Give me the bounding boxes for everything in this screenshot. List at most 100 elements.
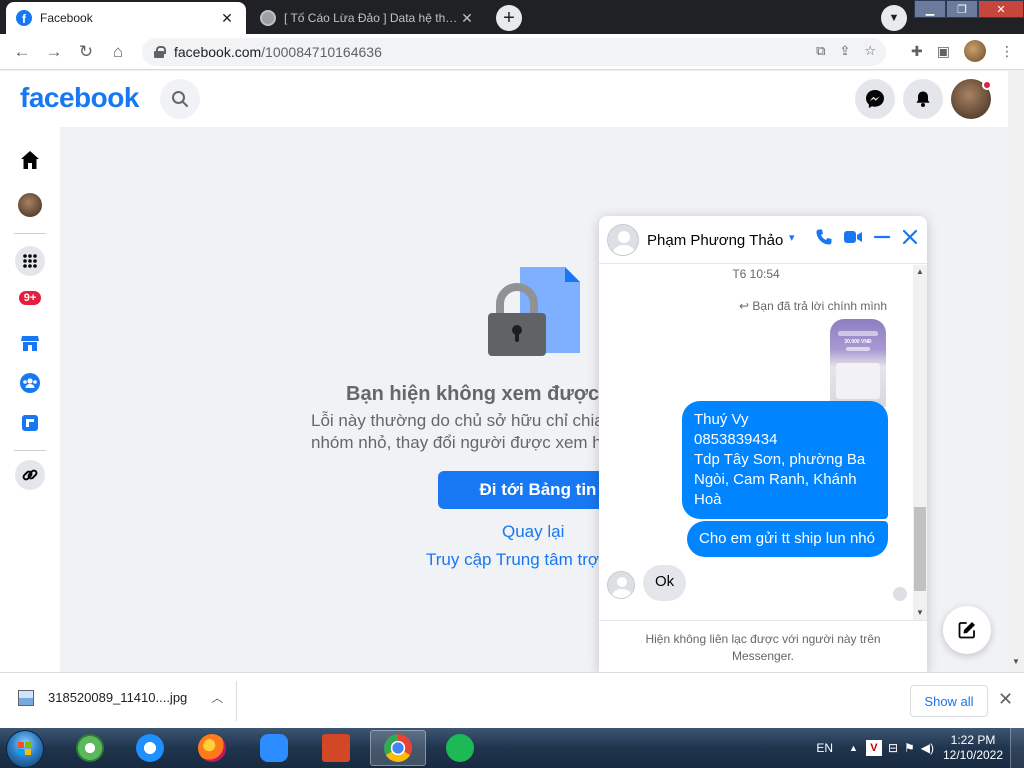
chrome-menu-icon[interactable]: ⋮ (1000, 43, 1014, 60)
taskbar-app-powerpoint[interactable] (308, 730, 364, 766)
chat-scrollbar[interactable]: ▲ ▼ (913, 265, 927, 620)
notifications-button[interactable] (903, 79, 943, 119)
tab-close-icon[interactable]: ✕ (218, 10, 236, 27)
phone-icon[interactable] (815, 228, 833, 246)
chrome-icon (384, 734, 412, 762)
spotify-icon (446, 734, 474, 762)
bell-icon (916, 91, 930, 107)
divider (14, 233, 46, 234)
scrollbar-thumb[interactable] (914, 507, 926, 591)
tray-expand-icon[interactable]: ▲ (849, 743, 858, 753)
new-message-button[interactable] (943, 606, 991, 654)
messenger-chat-window: Phạm Phương Thảo ▾ T6 10:54 ↩ Bạn đã trả… (599, 216, 927, 672)
go-back-link[interactable]: Quay lại (502, 522, 564, 542)
action-center-flag-icon[interactable]: ⚑ (904, 741, 915, 755)
taskbar-app-spotify[interactable] (432, 730, 488, 766)
windows-taskbar: EN ▲ V ⊟ ⚑ ◀) 1:22 PM 12/10/2022 (0, 728, 1024, 768)
rail-marketplace[interactable] (15, 328, 45, 358)
compose-icon (958, 622, 975, 639)
rail-profile[interactable] (15, 190, 45, 220)
address-bar[interactable]: facebook.com/100084710164636 ⧉ ⇪ ☆ (142, 38, 886, 66)
rail-links[interactable] (15, 460, 45, 490)
download-item[interactable]: 318520089_11410....jpg ︿ (18, 689, 223, 706)
forward-arrow-icon[interactable]: → (38, 36, 70, 68)
close-chat-icon[interactable] (901, 228, 919, 246)
close-shelf-icon[interactable]: ✕ (998, 689, 1013, 710)
volume-icon[interactable]: ◀) (921, 741, 934, 755)
chat-unavailable-notice: Hiện không liên lạc được với người này t… (599, 620, 927, 672)
extensions-puzzle-icon[interactable]: ✚ (911, 43, 923, 60)
language-indicator[interactable]: EN (816, 741, 833, 755)
tab-data-he-thong[interactable]: [ Tố Cáo Lừa Đảo ] Data hệ thống ✕ (250, 2, 486, 34)
incoming-message[interactable]: Ok (643, 565, 687, 601)
share-icon[interactable]: ⇪ (839, 43, 850, 59)
outgoing-message[interactable]: Cho em gửi tt ship lun nhó (687, 521, 888, 557)
tab-title: Facebook (40, 11, 93, 25)
translate-icon[interactable]: ⧉ (816, 43, 825, 59)
profile-avatar[interactable] (964, 40, 986, 62)
browser-tab-strip: f Facebook ✕ [ Tố Cáo Lừa Đảo ] Data hệ … (0, 0, 1024, 34)
scroll-down-arrow-icon[interactable]: ▼ (916, 608, 924, 617)
new-tab-button[interactable]: + (496, 5, 522, 31)
error-description: Lỗi này thường do chủ sở hữu chỉ chia nh… (311, 411, 604, 452)
rail-notifications[interactable]: 9+ (15, 283, 45, 313)
contact-name[interactable]: Phạm Phương Thảo (647, 232, 783, 249)
chat-messages: T6 10:54 ↩ Bạn đã trả lời chính mình 30.… (599, 265, 913, 620)
home-icon (21, 151, 39, 169)
outgoing-message[interactable]: Thuý Vy 0853839434 Tdp Tây Sơn, phường B… (682, 401, 888, 519)
divider (236, 681, 237, 721)
rail-gaming[interactable] (15, 408, 45, 438)
rail-groups[interactable] (15, 368, 45, 398)
show-desktop-button[interactable] (1010, 728, 1024, 768)
taskbar-app-chrome[interactable] (370, 730, 426, 766)
messenger-button[interactable] (855, 79, 895, 119)
globe-favicon-icon (260, 10, 276, 26)
help-center-link[interactable]: Truy cập Trung tâm trợ (426, 550, 599, 570)
tab-close-icon[interactable]: ✕ (458, 10, 476, 27)
tab-search-chevron-icon[interactable]: ▼ (881, 5, 907, 31)
close-window-button[interactable]: ✕ (978, 0, 1024, 18)
home-icon[interactable]: ⌂ (102, 36, 134, 68)
taskbar-app-ie[interactable] (122, 730, 178, 766)
reload-icon[interactable]: ↻ (70, 36, 102, 68)
taskbar-app-zoom[interactable] (246, 730, 302, 766)
antivirus-tray-icon[interactable]: V (865, 740, 882, 756)
contact-avatar[interactable] (607, 224, 639, 256)
chevron-up-icon[interactable]: ︿ (211, 689, 223, 706)
taskbar-clock[interactable]: 1:22 PM 12/10/2022 (936, 733, 1010, 763)
error-title: Bạn hiện không xem được (346, 383, 600, 405)
tab-facebook[interactable]: f Facebook ✕ (6, 2, 246, 34)
left-rail: 9+ (0, 127, 60, 672)
lock-icon[interactable] (154, 46, 166, 58)
page-scrollbar[interactable]: ▼ (1008, 71, 1024, 672)
back-arrow-icon[interactable]: ← (6, 36, 38, 68)
taskbar-app-firefox[interactable] (184, 730, 240, 766)
facebook-favicon-icon: f (16, 10, 32, 26)
video-camera-icon[interactable] (843, 228, 863, 246)
tab-title: [ Tố Cáo Lừa Đảo ] Data hệ thống (284, 11, 458, 25)
restore-window-button[interactable]: ❐ (946, 0, 978, 18)
side-panel-icon[interactable]: ▣ (937, 43, 950, 60)
bookmark-star-icon[interactable]: ☆ (864, 43, 876, 59)
search-button[interactable] (160, 79, 200, 119)
link-icon (15, 460, 45, 490)
rail-home[interactable] (15, 145, 45, 175)
scroll-up-arrow-icon[interactable]: ▲ (916, 267, 924, 276)
url-text: facebook.com/100084710164636 (174, 44, 382, 60)
network-icon[interactable]: ⊟ (888, 741, 898, 755)
chat-header: Phạm Phương Thảo ▾ (599, 216, 927, 264)
start-button[interactable] (6, 730, 44, 768)
groups-icon (20, 373, 40, 393)
taskbar-app-coccoc[interactable] (62, 730, 118, 766)
notification-dot (982, 80, 992, 90)
chat-header-actions (815, 228, 919, 246)
show-all-downloads-button[interactable]: Show all (910, 685, 988, 717)
minimize-window-button[interactable]: ▁ (914, 0, 946, 18)
image-attachment[interactable]: 30.000 VNĐ (830, 319, 886, 407)
chevron-down-icon[interactable]: ▾ (789, 231, 795, 244)
rail-menu[interactable] (15, 246, 45, 276)
facebook-logo[interactable]: facebook (20, 82, 139, 114)
minimize-chat-icon[interactable] (873, 228, 891, 246)
scroll-down-arrow-icon[interactable]: ▼ (1012, 657, 1020, 666)
image-file-icon (18, 689, 34, 706)
